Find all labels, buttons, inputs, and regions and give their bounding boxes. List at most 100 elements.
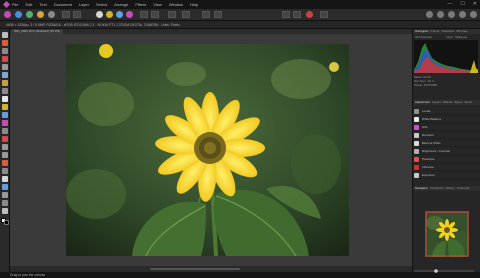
grid-icon[interactable]: [73, 11, 81, 18]
tab-channels[interactable]: Channels: [457, 186, 470, 191]
menu-file[interactable]: File: [12, 0, 18, 9]
adjustment-icon: [414, 172, 419, 178]
snapping-magnet-icon[interactable]: [306, 11, 313, 18]
assistant-icon[interactable]: [426, 11, 433, 18]
menu-document[interactable]: Document: [54, 0, 72, 9]
adjustment-item[interactable]: Levels: [414, 108, 478, 115]
export-persona-icon[interactable]: [48, 11, 55, 18]
red-eye-tool-icon[interactable]: [2, 136, 8, 142]
scrollbar-thumb[interactable]: [150, 268, 240, 270]
sidebar-toggle-icon[interactable]: [448, 11, 455, 18]
snap-icon[interactable]: [182, 11, 190, 18]
menu-filters[interactable]: Filters: [135, 0, 146, 9]
text-tool-icon[interactable]: [2, 192, 8, 198]
tab-colour[interactable]: Colour: [431, 29, 440, 34]
view-mode-icon[interactable]: [62, 11, 70, 18]
tab-layers[interactable]: Layers: [432, 100, 441, 105]
shape-tool-icon[interactable]: [2, 184, 8, 190]
menu-view[interactable]: View: [153, 0, 162, 9]
adjustment-panel-tabs: Adjustment Layers Effects Styles Stock: [413, 100, 480, 105]
tab-effects[interactable]: Effects: [443, 100, 452, 105]
tab-transform[interactable]: Transform: [430, 186, 444, 191]
flood-fill-tool-icon[interactable]: [2, 104, 8, 110]
adjustment-item[interactable]: Posterise: [414, 156, 478, 163]
adjustment-item[interactable]: Vibrance: [414, 164, 478, 171]
minimize-button[interactable]: —: [447, 1, 452, 8]
settings-icon[interactable]: [470, 11, 477, 18]
smudge-tool-icon[interactable]: [2, 168, 8, 174]
menu-text[interactable]: Text: [39, 0, 46, 9]
zoom-out-icon[interactable]: [282, 11, 290, 18]
liquify-persona-icon[interactable]: [15, 11, 22, 18]
tab-histogram[interactable]: Histogram: [415, 29, 429, 34]
tab-stock[interactable]: Stock: [464, 100, 472, 105]
sponge-tool-icon[interactable]: [2, 160, 8, 166]
eraser-tool-icon[interactable]: [2, 96, 8, 102]
crop-tool-icon[interactable]: [2, 48, 8, 54]
adjustment-icon: [414, 116, 419, 122]
menu-help[interactable]: Help: [190, 0, 198, 9]
auto-colors-icon[interactable]: [116, 11, 123, 18]
adjustment-label: White Balance: [422, 117, 442, 121]
move-tool-icon[interactable]: [2, 32, 8, 38]
secondary-colour-swatch[interactable]: [4, 220, 9, 225]
tab-swatches[interactable]: Swatches: [442, 29, 455, 34]
menu-edit[interactable]: Edit: [25, 0, 32, 9]
photo-canvas[interactable]: [66, 44, 349, 256]
tab-brushes[interactable]: Brushes: [457, 29, 468, 34]
burn-tool-icon[interactable]: [2, 152, 8, 158]
transform-icon[interactable]: [202, 11, 210, 18]
menu-layer[interactable]: Layer: [79, 0, 89, 9]
maximize-button[interactable]: ☐: [460, 1, 464, 8]
selection-mode-icon[interactable]: [140, 11, 148, 18]
navigator-zoom-slider[interactable]: [414, 260, 474, 273]
document-info: 4608 × 3336px, 3 / 5,5MP, RGBA/16 - sRGB…: [6, 22, 180, 27]
zoom-tool-icon[interactable]: [2, 208, 8, 214]
menu-select[interactable]: Select: [96, 0, 107, 9]
marquee-tool-icon[interactable]: [2, 64, 8, 70]
flood-select-tool-icon[interactable]: [2, 72, 8, 78]
blemish-tool-icon[interactable]: [2, 128, 8, 134]
align-icon[interactable]: [320, 11, 328, 18]
dodge-tool-icon[interactable]: [2, 144, 8, 150]
freehand-selection-tool-icon[interactable]: [2, 80, 8, 86]
paint-brush-tool-icon[interactable]: [2, 40, 8, 46]
tone-mapping-persona-icon[interactable]: [37, 11, 44, 18]
menu-window[interactable]: Window: [169, 0, 183, 9]
close-button[interactable]: ✕: [473, 1, 477, 8]
histogram-graph: [414, 43, 478, 73]
tab-styles[interactable]: Styles: [454, 100, 462, 105]
tab-navigator[interactable]: Navigator: [415, 186, 428, 191]
zoom-in-icon[interactable]: [293, 11, 301, 18]
studio-panel-icon[interactable]: [437, 11, 444, 18]
quick-mask-icon[interactable]: [168, 11, 176, 18]
selection-brush-tool-icon[interactable]: [2, 56, 8, 62]
develop-persona-icon[interactable]: [26, 11, 33, 18]
view-tool-icon[interactable]: [2, 200, 8, 206]
gradient-tool-icon[interactable]: [2, 112, 8, 118]
share-icon[interactable]: [459, 11, 466, 18]
adjustment-item[interactable]: White Balance: [414, 116, 478, 123]
arrange-icon[interactable]: [214, 11, 222, 18]
colour-picker-tool-icon[interactable]: [2, 88, 8, 94]
mask-icon[interactable]: [151, 11, 159, 18]
adjustment-item[interactable]: Black & White: [414, 140, 478, 147]
navigator-preview[interactable]: [425, 211, 469, 257]
auto-contrast-icon[interactable]: [106, 11, 113, 18]
histogram-pixels: Pixels: 15372288: [414, 83, 438, 87]
auto-white-balance-icon[interactable]: [126, 11, 133, 18]
navigator-thumbnail: [425, 211, 469, 257]
tab-adjustment[interactable]: Adjustment: [415, 100, 430, 105]
clone-tool-icon[interactable]: [2, 120, 8, 126]
pen-tool-icon[interactable]: [2, 176, 8, 182]
adjustment-item[interactable]: Brightness / Contrast: [414, 148, 478, 155]
tab-history[interactable]: History: [445, 186, 454, 191]
adjustment-icon: [414, 140, 419, 146]
adjustment-item[interactable]: HSL: [414, 124, 478, 131]
photo-persona-icon[interactable]: [4, 11, 11, 18]
adjustment-item[interactable]: Recolour: [414, 132, 478, 139]
adjustment-icon: [414, 156, 419, 162]
menu-arrange[interactable]: Arrange: [114, 0, 128, 9]
auto-levels-icon[interactable]: [96, 11, 103, 18]
adjustment-item[interactable]: Exposure: [414, 172, 478, 179]
